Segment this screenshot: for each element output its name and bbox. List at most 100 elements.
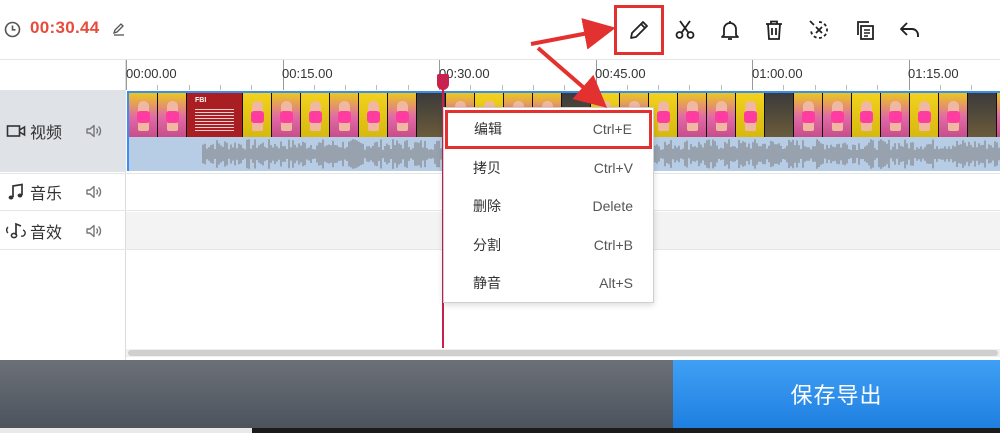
ruler-tick-mark xyxy=(689,85,690,90)
track-header-video[interactable]: 视频 xyxy=(0,90,126,172)
ruler-tick-mark xyxy=(376,85,377,90)
playhead-handle[interactable] xyxy=(437,74,449,90)
bell-icon xyxy=(721,21,739,40)
volume-icon[interactable] xyxy=(85,183,103,201)
video-thumbnail xyxy=(243,93,272,137)
ruler-tick-label: 01:00.00 xyxy=(752,66,803,81)
sound-effect-icon xyxy=(6,222,26,238)
music-note-icon xyxy=(8,183,23,200)
volume-icon[interactable] xyxy=(85,222,103,240)
menu-item-mute[interactable]: 静音 Alt+S xyxy=(444,264,653,303)
ruler-tick-mark xyxy=(189,85,190,90)
copy-icon xyxy=(857,21,874,40)
track-label-video: 视频 xyxy=(30,123,63,142)
video-thumbnail xyxy=(330,93,359,137)
menu-item-label: 删除 xyxy=(473,199,501,216)
ruler-tick-mark xyxy=(940,85,941,90)
track-label-music: 音乐 xyxy=(30,184,63,203)
ruler-tick-mark xyxy=(251,85,252,90)
ruler-tick-mark xyxy=(877,85,878,90)
edit-time-icon[interactable] xyxy=(112,22,126,36)
pencil-icon xyxy=(630,21,648,39)
scissors-icon xyxy=(675,20,695,39)
video-thumbnail xyxy=(301,93,330,137)
ruler-tick-mark xyxy=(470,85,471,90)
video-thumbnail xyxy=(707,93,736,137)
video-editor-window: 00:30.44 视频 音乐 音效 00:00.00 00:15.00 00:3… xyxy=(0,0,1000,433)
video-thumbnail xyxy=(794,93,823,137)
menu-item-label: 拷贝 xyxy=(473,160,501,177)
ruler-tick-mark xyxy=(533,85,534,90)
ruler-tick-mark xyxy=(815,85,816,90)
video-thumbnail xyxy=(158,93,187,137)
menu-item-delete[interactable]: 删除 Delete xyxy=(444,187,653,226)
edit-button[interactable] xyxy=(622,13,656,47)
ruler-tick-label: 00:45.00 xyxy=(595,66,646,81)
menu-item-edit[interactable]: 编辑 Ctrl+E xyxy=(445,110,652,149)
menu-item-split[interactable]: 分割 Ctrl+B xyxy=(444,226,653,265)
ruler-tick-mark xyxy=(345,85,346,90)
video-thumbnail xyxy=(910,93,939,137)
undo-button[interactable] xyxy=(893,13,927,47)
volume-icon[interactable] xyxy=(85,122,103,140)
copy-button[interactable] xyxy=(848,13,882,47)
bottom-bar: 保存导出 xyxy=(0,360,1000,428)
menu-item-shortcut: Alt+S xyxy=(599,275,633,292)
menu-item-shortcut: Ctrl+V xyxy=(593,159,633,176)
video-thumbnail xyxy=(939,93,968,137)
detach-button[interactable] xyxy=(802,13,836,47)
scrollbar-thumb[interactable] xyxy=(128,350,998,356)
ruler-tick-label: 01:15.00 xyxy=(908,66,959,81)
trash-icon xyxy=(766,20,782,40)
ruler-tick-label: 00:15.00 xyxy=(282,66,333,81)
delete-button[interactable] xyxy=(757,13,791,47)
menu-item-label: 编辑 xyxy=(474,122,502,139)
menu-item-label: 静音 xyxy=(473,276,501,293)
ruler-tick-mark xyxy=(157,85,158,90)
track-header-music[interactable]: 音乐 xyxy=(0,173,126,211)
menu-item-shortcut: Ctrl+B xyxy=(593,236,633,253)
ruler-tick-mark xyxy=(783,85,784,90)
notify-button[interactable] xyxy=(713,13,747,47)
menu-item-copy[interactable]: 拷贝 Ctrl+V xyxy=(444,149,653,188)
thumbnail-warning-card: FBI xyxy=(187,93,243,137)
video-thumbnail xyxy=(388,93,417,137)
save-export-button[interactable]: 保存导出 xyxy=(673,360,1000,428)
track-label-sound-effects: 音效 xyxy=(30,222,63,242)
video-thumbnail xyxy=(968,93,997,137)
ruler-tick-mark xyxy=(721,85,722,90)
ruler-tick-mark xyxy=(658,85,659,90)
ruler-tick-mark xyxy=(971,85,972,90)
ruler-tick-mark xyxy=(220,85,221,90)
top-toolbar: 00:30.44 xyxy=(0,0,1000,60)
video-thumbnail xyxy=(129,93,158,137)
context-menu: 编辑 Ctrl+E 拷贝 Ctrl+V 删除 Delete 分割 Ctrl+B … xyxy=(443,107,654,303)
track-header-sound-effects[interactable]: 音效 xyxy=(0,212,126,250)
ruler-tick-mark xyxy=(627,85,628,90)
time-ruler[interactable]: 00:00.00 00:15.00 00:30.00 00:45.00 01:0… xyxy=(126,60,1000,90)
menu-item-shortcut: Ctrl+E xyxy=(592,121,632,138)
undo-icon xyxy=(900,22,919,37)
ruler-tick-mark xyxy=(408,85,409,90)
video-thumbnail xyxy=(823,93,852,137)
ruler-tick-mark xyxy=(502,85,503,90)
split-button[interactable] xyxy=(668,13,702,47)
ruler-tick-mark xyxy=(314,85,315,90)
video-thumbnail xyxy=(736,93,765,137)
video-thumbnail xyxy=(765,93,794,137)
ruler-tick-mark xyxy=(846,85,847,90)
menu-item-label: 分割 xyxy=(473,237,501,254)
video-thumbnail xyxy=(881,93,910,137)
horizontal-scrollbar[interactable] xyxy=(126,349,1000,357)
ruler-tick-mark xyxy=(564,85,565,90)
track-header-column: 视频 音乐 音效 xyxy=(0,60,126,360)
broken-link-icon xyxy=(809,20,828,39)
video-thumbnail xyxy=(852,93,881,137)
bottom-strip xyxy=(0,428,1000,433)
ruler-tick-label: 00:00.00 xyxy=(126,66,177,81)
video-camera-icon xyxy=(6,125,26,137)
current-time-readout: 00:30.44 xyxy=(30,18,100,37)
menu-item-shortcut: Delete xyxy=(592,198,633,215)
video-thumbnail xyxy=(272,93,301,137)
video-thumbnail xyxy=(359,93,388,137)
